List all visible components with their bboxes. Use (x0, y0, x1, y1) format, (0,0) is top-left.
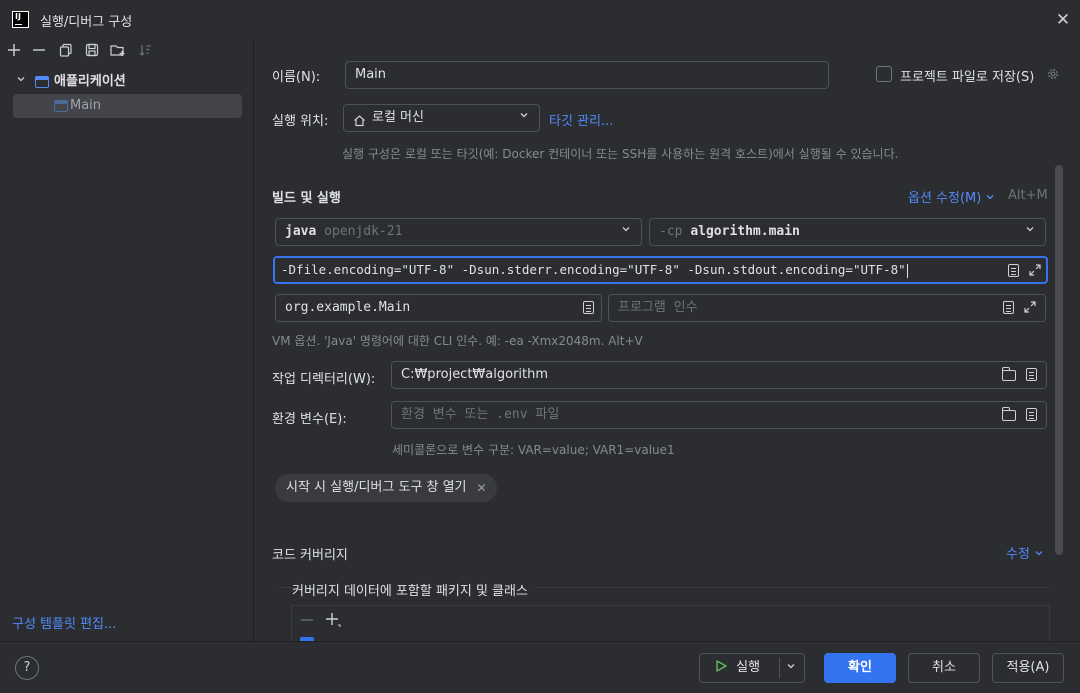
name-input[interactable]: Main (345, 61, 829, 89)
chevron-down-icon (987, 195, 994, 200)
name-label: 이름(N): (272, 70, 321, 85)
play-icon (716, 660, 727, 672)
chevron-down-icon (619, 222, 633, 242)
chevron-down-icon[interactable] (786, 654, 796, 682)
sort-icon[interactable] (136, 43, 154, 61)
cancel-button[interactable]: 취소 (908, 653, 980, 683)
title-bar: IJ 실행/디버그 구성 ✕ (0, 0, 1080, 40)
classpath-module-dropdown[interactable]: -cp algorithm.main (649, 218, 1046, 246)
vm-options-hint: VM 옵션. 'Java' 명령어에 대한 CLI 인수. 예: -ea -Xm… (272, 334, 643, 348)
remove-icon[interactable] (300, 613, 314, 631)
ok-button[interactable]: 확인 (824, 653, 896, 683)
code-coverage-title: 코드 커버리지 (272, 548, 348, 563)
vm-options-input[interactable]: -Dfile.encoding="UTF-8" -Dsun.stderr.enc… (273, 256, 1048, 284)
remove-icon[interactable] (30, 43, 48, 61)
tree-item-label: Main (70, 98, 102, 113)
modify-options-link[interactable]: 옵션 수정(M) (908, 187, 995, 206)
browse-class-icon[interactable] (583, 301, 594, 314)
program-arguments-input[interactable]: 프로그램 인수 (608, 294, 1046, 322)
run-button[interactable]: 실행 (699, 653, 805, 683)
chevron-down-icon (1035, 551, 1043, 556)
manage-targets-link[interactable]: 타깃 관리... (549, 110, 613, 129)
build-and-run-title: 빌드 및 실행 (272, 191, 341, 206)
tree-group-application[interactable]: 애플리케이션 (13, 70, 242, 94)
application-icon (35, 76, 49, 88)
environment-variables-input[interactable]: 환경 변수 또는 .env 파일 (391, 401, 1047, 429)
chevron-down-icon[interactable] (16, 70, 26, 94)
copy-icon[interactable] (57, 43, 75, 61)
edit-variables-icon[interactable] (1026, 408, 1037, 421)
working-directory-input[interactable]: C:₩project₩algorithm (391, 361, 1047, 389)
add-icon[interactable] (325, 612, 341, 632)
main-class-input[interactable]: org.example.Main (275, 294, 602, 322)
scrollbar[interactable] (1055, 165, 1063, 555)
coverage-packages-list (291, 605, 1050, 641)
open-tool-window-option-tag: 시작 시 실행/디버그 도구 창 열기 ✕ (275, 474, 497, 502)
intellij-logo-icon: IJ (12, 11, 29, 28)
folder-icon[interactable] (1002, 367, 1016, 381)
insert-macro-icon[interactable] (1026, 368, 1037, 381)
modify-options-shortcut: Alt+M (1008, 188, 1048, 203)
gear-icon[interactable] (1046, 67, 1060, 81)
configurations-sidebar: 애플리케이션 Main 구성 템플릿 편집... (0, 40, 254, 641)
tree-group-label: 애플리케이션 (54, 74, 126, 89)
application-icon (54, 100, 68, 112)
folder-add-icon[interactable] (109, 43, 127, 61)
expand-text-icon[interactable] (1008, 264, 1019, 277)
store-as-project-file-checkbox[interactable] (876, 66, 892, 82)
environment-variables-label: 환경 변수(E): (272, 412, 347, 427)
close-button[interactable]: ✕ (1052, 9, 1074, 31)
dialog-footer: ? 실행 확인 취소 적용(A) (0, 641, 1080, 693)
edit-templates-link[interactable]: 구성 템플릿 편집... (12, 613, 116, 632)
add-icon[interactable] (5, 43, 23, 61)
divider (779, 658, 780, 678)
jdk-dropdown[interactable]: java openjdk-21 (275, 218, 642, 246)
chevron-down-icon (517, 108, 531, 128)
home-icon (353, 111, 366, 127)
sidebar-toolbar (0, 40, 254, 66)
working-directory-label: 작업 디렉터리(W): (272, 372, 376, 387)
save-icon[interactable] (83, 43, 101, 61)
coverage-packages-label: 커버리지 데이터에 포함할 패키지 및 클래스 (292, 580, 534, 599)
expand-text-icon[interactable] (1003, 301, 1014, 314)
expand-icon[interactable] (1023, 300, 1037, 314)
environment-variables-hint: 세미콜론으로 변수 구분: VAR=value; VAR1=value1 (392, 443, 675, 457)
expand-icon[interactable] (1028, 263, 1042, 277)
run-on-label: 실행 위치: (272, 114, 329, 129)
run-on-hint: 실행 구성은 로컬 또는 타깃(예: Docker 컨테이너 또는 SSH를 사… (342, 147, 899, 161)
configuration-form: 이름(N): Main 프로젝트 파일로 저장(S) 실행 위치: 로컬 머신 … (255, 40, 1080, 641)
window-title: 실행/디버그 구성 (40, 15, 133, 30)
coverage-modify-link[interactable]: 수정 (1006, 543, 1044, 562)
help-button[interactable]: ? (15, 656, 39, 680)
remove-tag-icon[interactable]: ✕ (476, 474, 486, 502)
run-on-dropdown[interactable]: 로컬 머신 (343, 104, 540, 132)
tree-item-main[interactable]: Main (13, 94, 242, 118)
folder-icon[interactable] (1002, 407, 1016, 421)
apply-button[interactable]: 적용(A) (992, 653, 1064, 683)
store-as-project-file-label: 프로젝트 파일로 저장(S) (900, 70, 1035, 85)
chevron-down-icon (1023, 222, 1037, 242)
